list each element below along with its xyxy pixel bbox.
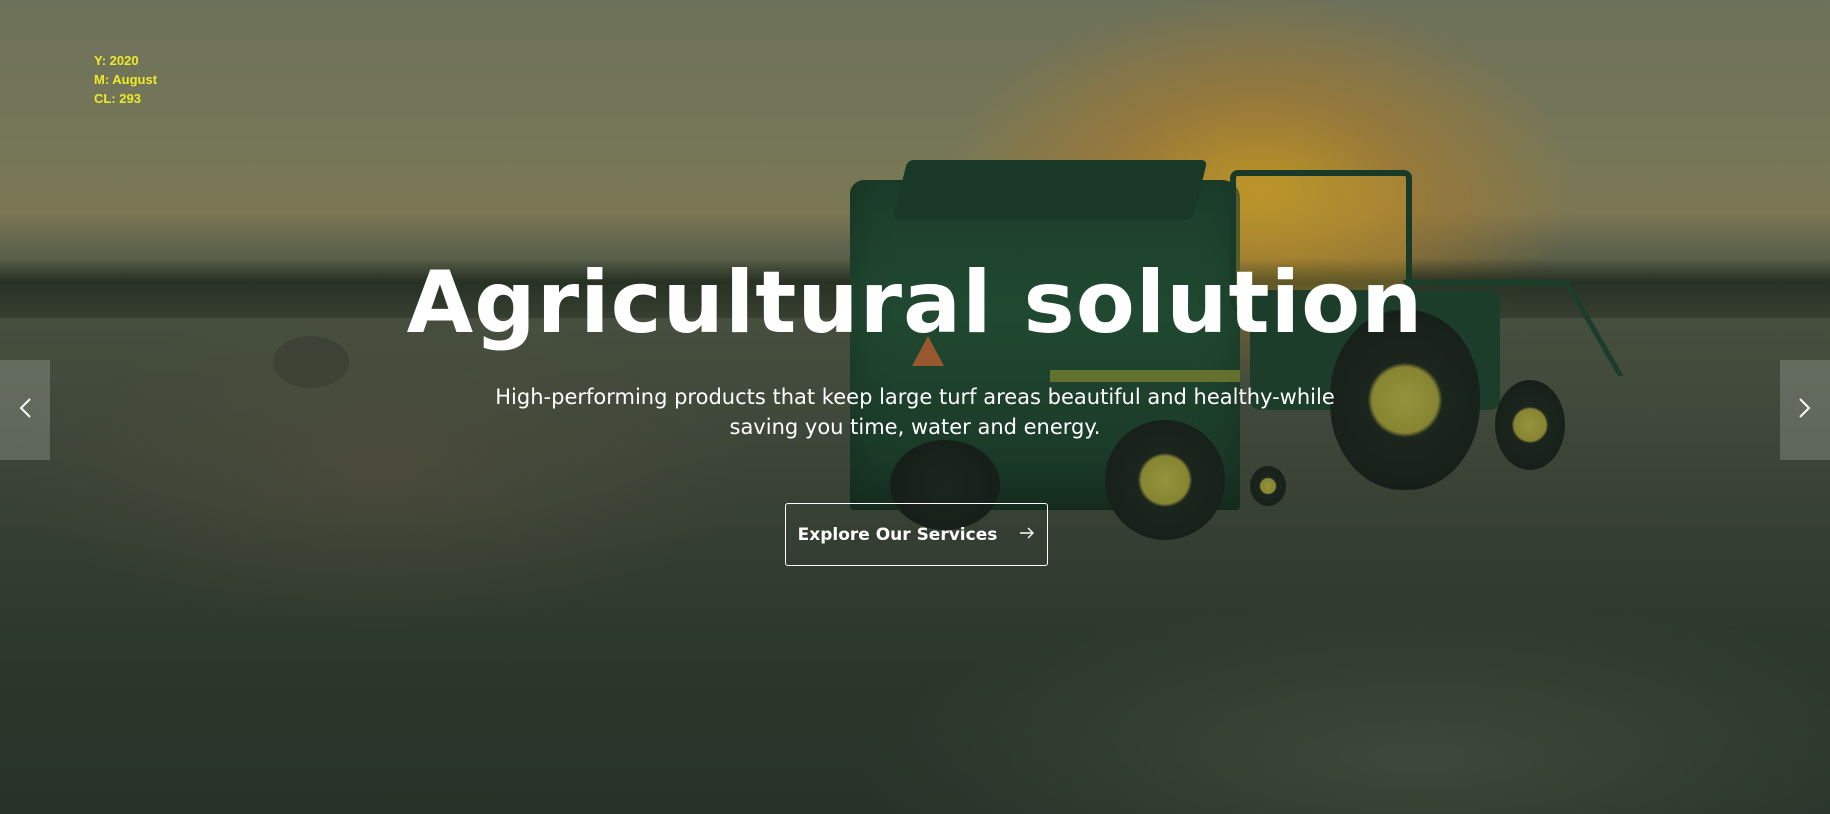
arrow-right-icon (1019, 524, 1035, 545)
hero-content: Agricultural solution High-performing pr… (0, 248, 1830, 442)
month-label: M: August (94, 72, 158, 87)
hero-title: Agricultural solution (406, 253, 1424, 353)
debug-info: Y: 2020 M: August CL: 293 (94, 51, 157, 108)
chevron-left-icon (18, 397, 32, 423)
slider-prev-button[interactable] (0, 360, 50, 460)
cl-label: CL: 293 (94, 91, 141, 106)
chevron-right-icon (1798, 397, 1812, 423)
hero-subtitle: High-performing products that keep large… (495, 385, 1335, 439)
hero-slide: Y: 2020 M: August CL: 293 Agricultural s… (0, 0, 1830, 814)
year-label: Y: 2020 (94, 53, 139, 68)
slider-next-button[interactable] (1780, 360, 1830, 460)
explore-services-label: Explore Our Services (797, 524, 998, 545)
explore-services-button[interactable]: Explore Our Services (785, 503, 1048, 566)
